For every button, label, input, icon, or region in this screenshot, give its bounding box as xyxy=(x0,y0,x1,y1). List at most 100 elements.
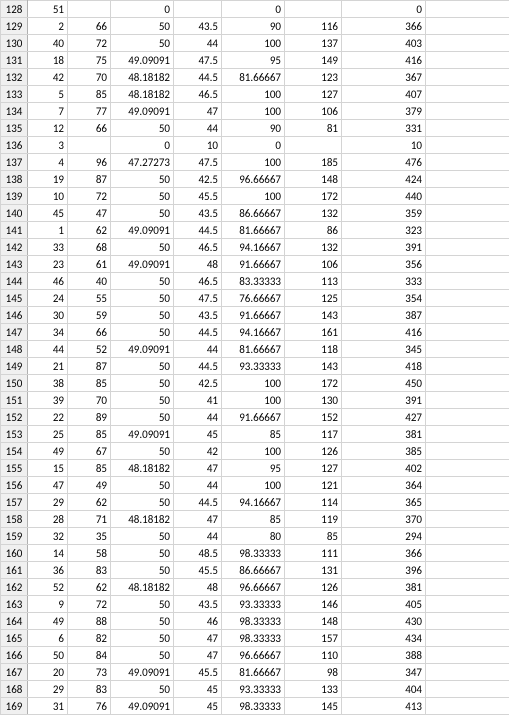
row-header[interactable]: 138 xyxy=(1,171,28,188)
cell[interactable]: 47 xyxy=(174,647,222,664)
cell[interactable]: 476 xyxy=(342,154,426,171)
cell[interactable]: 98 xyxy=(285,664,342,681)
cell[interactable] xyxy=(426,528,509,545)
cell[interactable]: 44 xyxy=(174,120,222,137)
row-header[interactable]: 142 xyxy=(1,239,28,256)
cell[interactable]: 42.5 xyxy=(174,171,222,188)
cell[interactable]: 72 xyxy=(68,188,111,205)
cell[interactable]: 50 xyxy=(111,358,174,375)
row-header[interactable]: 156 xyxy=(1,477,28,494)
cell[interactable]: 381 xyxy=(342,579,426,596)
cell[interactable]: 43.5 xyxy=(174,596,222,613)
cell[interactable]: 100 xyxy=(222,35,285,52)
cell[interactable]: 118 xyxy=(285,341,342,358)
row-header[interactable]: 141 xyxy=(1,222,28,239)
cell[interactable]: 434 xyxy=(342,630,426,647)
cell[interactable]: 32 xyxy=(28,528,68,545)
row-header[interactable]: 149 xyxy=(1,358,28,375)
cell[interactable]: 413 xyxy=(342,698,426,715)
cell[interactable]: 86.66667 xyxy=(222,562,285,579)
cell[interactable]: 359 xyxy=(342,205,426,222)
cell[interactable]: 366 xyxy=(342,18,426,35)
cell[interactable]: 36 xyxy=(28,562,68,579)
cell[interactable]: 49.09091 xyxy=(111,222,174,239)
cell[interactable] xyxy=(68,1,111,18)
cell[interactable]: 90 xyxy=(222,18,285,35)
row-header[interactable]: 158 xyxy=(1,511,28,528)
cell[interactable]: 126 xyxy=(285,579,342,596)
cell[interactable]: 146 xyxy=(285,596,342,613)
cell[interactable]: 67 xyxy=(68,443,111,460)
cell[interactable] xyxy=(426,205,509,222)
cell[interactable]: 427 xyxy=(342,409,426,426)
cell[interactable]: 98.33333 xyxy=(222,698,285,715)
cell[interactable]: 25 xyxy=(28,426,68,443)
cell[interactable]: 46.5 xyxy=(174,86,222,103)
cell[interactable] xyxy=(426,664,509,681)
row-header[interactable]: 150 xyxy=(1,375,28,392)
cell[interactable] xyxy=(426,562,509,579)
cell[interactable]: 418 xyxy=(342,358,426,375)
cell[interactable]: 111 xyxy=(285,545,342,562)
cell[interactable]: 96.66667 xyxy=(222,171,285,188)
cell[interactable]: 50 xyxy=(111,443,174,460)
cell[interactable]: 381 xyxy=(342,426,426,443)
cell[interactable]: 62 xyxy=(68,579,111,596)
cell[interactable]: 391 xyxy=(342,239,426,256)
cell[interactable]: 50 xyxy=(111,18,174,35)
cell[interactable]: 72 xyxy=(68,35,111,52)
cell[interactable]: 0 xyxy=(222,137,285,154)
row-header[interactable]: 169 xyxy=(1,698,28,715)
cell[interactable] xyxy=(426,698,509,715)
cell[interactable]: 172 xyxy=(285,188,342,205)
cell[interactable]: 50 xyxy=(111,307,174,324)
row-header[interactable]: 145 xyxy=(1,290,28,307)
row-header[interactable]: 146 xyxy=(1,307,28,324)
cell[interactable]: 388 xyxy=(342,647,426,664)
cell[interactable]: 47 xyxy=(174,103,222,120)
cell[interactable]: 96.66667 xyxy=(222,647,285,664)
cell[interactable]: 81.66667 xyxy=(222,341,285,358)
cell[interactable]: 45 xyxy=(174,426,222,443)
cell[interactable]: 333 xyxy=(342,273,426,290)
cell[interactable]: 47 xyxy=(174,511,222,528)
cell[interactable]: 143 xyxy=(285,307,342,324)
cell[interactable]: 450 xyxy=(342,375,426,392)
row-header[interactable]: 133 xyxy=(1,86,28,103)
cell[interactable] xyxy=(285,1,342,18)
cell[interactable]: 83 xyxy=(68,681,111,698)
cell[interactable]: 100 xyxy=(222,154,285,171)
cell[interactable] xyxy=(174,1,222,18)
cell[interactable]: 48 xyxy=(174,579,222,596)
cell[interactable]: 3 xyxy=(28,137,68,154)
cell[interactable]: 66 xyxy=(68,120,111,137)
cell[interactable]: 44.5 xyxy=(174,324,222,341)
row-header[interactable]: 164 xyxy=(1,613,28,630)
cell[interactable]: 391 xyxy=(342,392,426,409)
cell[interactable]: 90 xyxy=(222,120,285,137)
cell[interactable]: 50 xyxy=(111,681,174,698)
cell[interactable] xyxy=(426,222,509,239)
cell[interactable]: 49.09091 xyxy=(111,341,174,358)
cell[interactable]: 143 xyxy=(285,358,342,375)
cell[interactable]: 416 xyxy=(342,52,426,69)
cell[interactable]: 110 xyxy=(285,647,342,664)
cell[interactable]: 0 xyxy=(111,137,174,154)
cell[interactable]: 364 xyxy=(342,477,426,494)
cell[interactable]: 121 xyxy=(285,477,342,494)
row-header[interactable]: 166 xyxy=(1,647,28,664)
cell[interactable]: 46.5 xyxy=(174,239,222,256)
cell[interactable]: 50 xyxy=(111,494,174,511)
cell[interactable]: 30 xyxy=(28,307,68,324)
cell[interactable]: 403 xyxy=(342,35,426,52)
cell[interactable]: 50 xyxy=(111,545,174,562)
cell[interactable]: 50 xyxy=(111,290,174,307)
cell[interactable]: 405 xyxy=(342,596,426,613)
cell[interactable]: 95 xyxy=(222,52,285,69)
cell[interactable]: 131 xyxy=(285,562,342,579)
cell[interactable]: 76 xyxy=(68,698,111,715)
cell[interactable]: 50 xyxy=(111,120,174,137)
cell[interactable]: 45.5 xyxy=(174,188,222,205)
cell[interactable]: 126 xyxy=(285,443,342,460)
row-header[interactable]: 137 xyxy=(1,154,28,171)
